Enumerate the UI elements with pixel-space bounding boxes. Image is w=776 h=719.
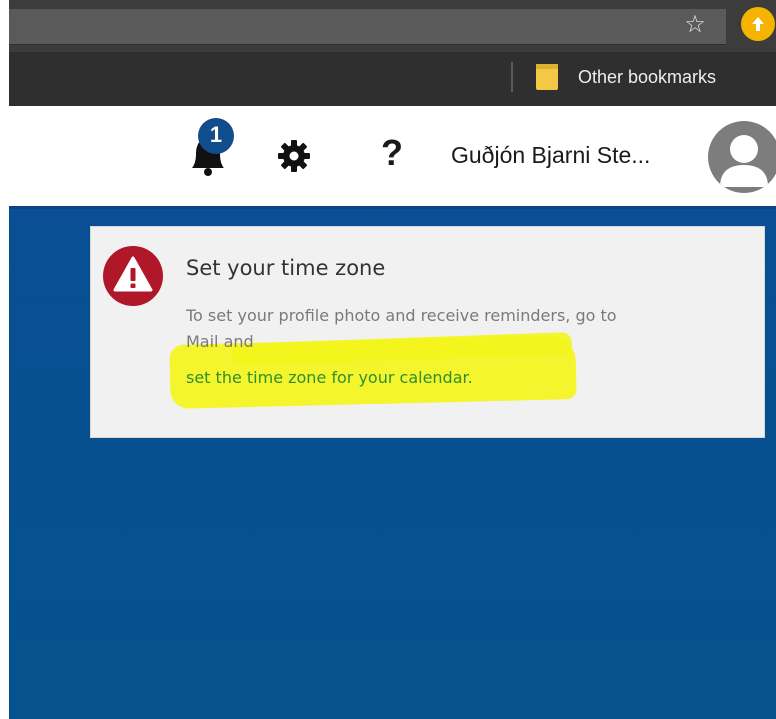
help-button[interactable]: ? — [372, 130, 412, 176]
set-time-zone-link[interactable]: set the time zone for your calendar. — [186, 368, 473, 387]
folder-icon — [536, 64, 558, 90]
notice-body-line1: To set your profile photo and receive re… — [186, 306, 617, 325]
user-silhouette-icon — [720, 135, 768, 187]
notice-body-line2: Mail and — [186, 332, 254, 351]
notification-count-badge: 1 — [198, 118, 234, 154]
star-outline-icon[interactable]: ☆ — [680, 10, 710, 38]
address-bar[interactable] — [9, 9, 726, 45]
bookmark-other-bookmarks[interactable]: Other bookmarks — [578, 62, 716, 92]
gear-icon — [278, 140, 310, 172]
arrow-up-circle-icon — [752, 17, 764, 31]
extension-button[interactable] — [741, 7, 775, 41]
notice-title: Set your time zone — [186, 256, 386, 280]
settings-button[interactable] — [276, 138, 312, 174]
user-name[interactable]: Guðjón Bjarni Ste... — [451, 138, 650, 172]
screen: ☆ Other bookmarks 1 ? Guðjón Bjarni Ste.… — [0, 0, 776, 719]
warning-triangle-icon — [103, 246, 163, 306]
bookmarks-separator — [511, 62, 513, 92]
avatar[interactable] — [708, 121, 776, 193]
